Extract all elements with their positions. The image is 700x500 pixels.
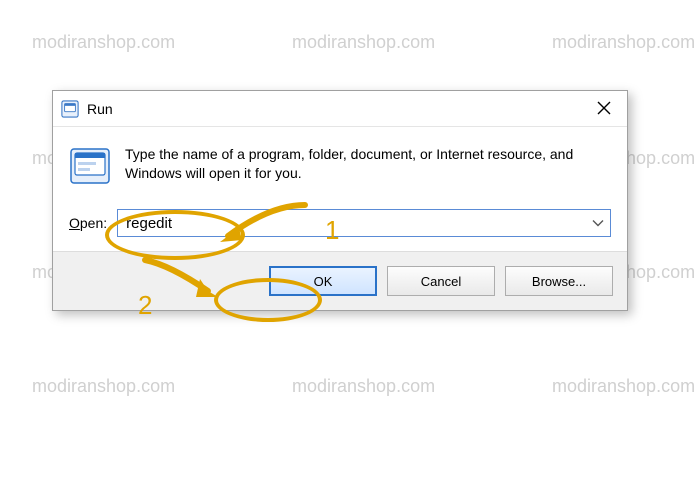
ok-button-label: OK bbox=[314, 274, 333, 289]
run-app-icon bbox=[61, 100, 79, 118]
open-input[interactable] bbox=[126, 215, 602, 232]
watermark: modiranshop.com bbox=[292, 376, 435, 397]
watermark: modiranshop.com bbox=[552, 32, 695, 53]
chevron-down-icon[interactable] bbox=[592, 216, 604, 231]
cancel-button[interactable]: Cancel bbox=[387, 266, 495, 296]
close-icon bbox=[597, 101, 611, 118]
button-bar: OK Cancel Browse... bbox=[53, 251, 627, 310]
dialog-title: Run bbox=[87, 101, 113, 117]
open-label: Open: bbox=[69, 215, 107, 231]
run-dialog: Run Type the name of a program, folder, … bbox=[52, 90, 628, 311]
watermark: modiranshop.com bbox=[292, 32, 435, 53]
watermark: modiranshop.com bbox=[32, 32, 175, 53]
ok-button[interactable]: OK bbox=[269, 266, 377, 296]
open-combobox[interactable] bbox=[117, 209, 611, 237]
close-button[interactable] bbox=[581, 91, 627, 127]
browse-button-label: Browse... bbox=[532, 274, 586, 289]
dialog-body: Type the name of a program, folder, docu… bbox=[53, 127, 627, 251]
run-large-icon bbox=[69, 145, 111, 187]
titlebar[interactable]: Run bbox=[53, 91, 627, 127]
watermark: modiranshop.com bbox=[32, 376, 175, 397]
watermark: modiranshop.com bbox=[552, 376, 695, 397]
cancel-button-label: Cancel bbox=[421, 274, 461, 289]
browse-button[interactable]: Browse... bbox=[505, 266, 613, 296]
dialog-message: Type the name of a program, folder, docu… bbox=[125, 145, 611, 183]
